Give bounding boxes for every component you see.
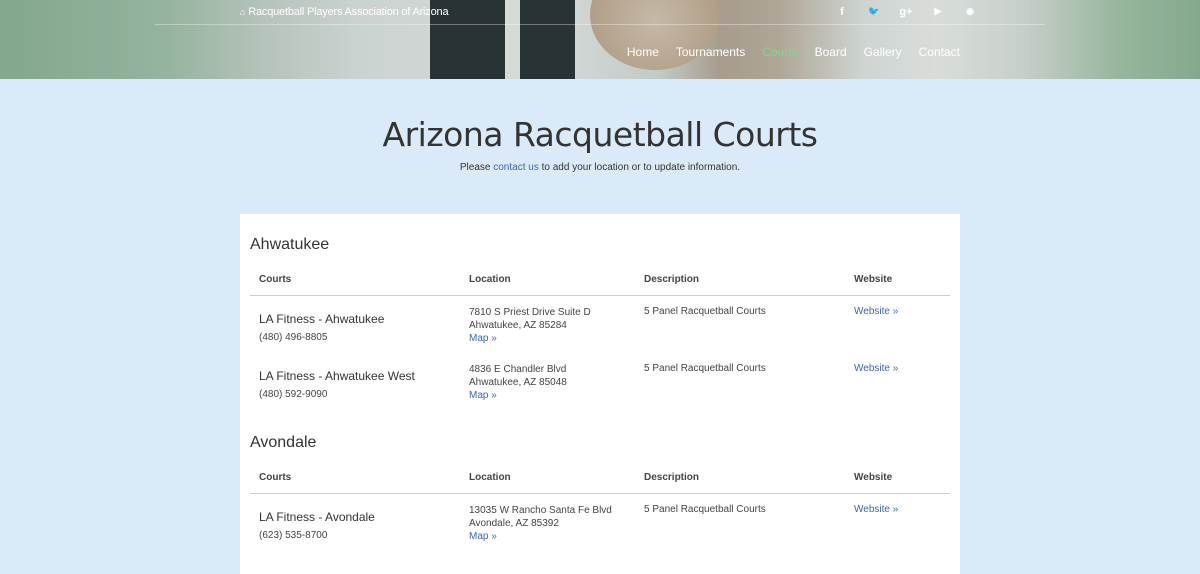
- court-location: 7810 S Priest Drive Suite D Ahwatukee, A…: [469, 306, 591, 345]
- navbar-divider: [155, 24, 1045, 25]
- court-address-line1: 7810 S Priest Drive Suite D: [469, 307, 591, 318]
- court-name: LA Fitness - Ahwatukee West: [259, 369, 415, 383]
- site-brand-label: Racquetball Players Association of Arizo…: [248, 6, 449, 18]
- col-location: Location: [469, 274, 511, 285]
- court-location: 4836 E Chandler Blvd Ahwatukee, AZ 85048…: [469, 363, 567, 402]
- court-phone: (623) 535-8700: [259, 530, 328, 541]
- site-brand[interactable]: ⌂ Racquetball Players Association of Ariz…: [240, 6, 449, 18]
- col-description: Description: [644, 274, 700, 285]
- court-phone: (480) 496-8805: [259, 332, 328, 343]
- nav-contact[interactable]: Contact: [919, 45, 960, 59]
- subtitle-text-before: Please: [459, 162, 494, 173]
- nav-board[interactable]: Board: [815, 45, 847, 59]
- rss-icon[interactable]: ◉: [954, 6, 986, 18]
- home-icon: ⌂: [240, 7, 246, 17]
- website-link[interactable]: Website »: [854, 504, 898, 515]
- court-address-line1: 4836 E Chandler Blvd: [469, 364, 567, 375]
- google-plus-icon[interactable]: g+: [890, 6, 922, 18]
- region-heading: Ahwatukee: [250, 236, 330, 253]
- website-link[interactable]: Website »: [854, 306, 898, 317]
- court-address-line2: Ahwatukee, AZ 85048: [469, 377, 567, 388]
- col-location: Location: [469, 472, 511, 483]
- col-courts: Courts: [259, 274, 292, 285]
- website-link[interactable]: Website »: [854, 363, 898, 374]
- nav-courts[interactable]: Courts: [762, 45, 797, 59]
- col-website: Website: [854, 472, 893, 483]
- nav-gallery[interactable]: Gallery: [864, 45, 902, 59]
- courts-panel: Ahwatukee Courts Location Description We…: [240, 214, 960, 574]
- nav-home[interactable]: Home: [627, 45, 659, 59]
- court-description: 5 Panel Racquetball Courts: [644, 504, 766, 515]
- court-address-line2: Ahwatukee, AZ 85284: [469, 320, 567, 331]
- table-divider: [250, 295, 950, 296]
- page-subtitle: Please contact us to add your location o…: [0, 162, 1200, 173]
- twitter-icon[interactable]: 🐦: [858, 6, 890, 18]
- social-links: f 🐦 g+ ▶ ◉: [826, 6, 986, 18]
- table-divider: [250, 493, 950, 494]
- court-name: LA Fitness - Ahwatukee: [259, 312, 385, 326]
- col-courts: Courts: [259, 472, 292, 483]
- map-link[interactable]: Map »: [469, 333, 497, 344]
- region-heading: Avondale: [250, 434, 317, 451]
- map-link[interactable]: Map »: [469, 531, 497, 542]
- nav-tournaments[interactable]: Tournaments: [676, 45, 745, 59]
- court-phone: (480) 592-9090: [259, 389, 328, 400]
- contact-us-link[interactable]: contact us: [493, 162, 539, 173]
- court-description: 5 Panel Racquetball Courts: [644, 363, 766, 374]
- court-name: LA Fitness - Avondale: [259, 510, 375, 524]
- facebook-icon[interactable]: f: [826, 6, 858, 18]
- court-location: 13035 W Rancho Santa Fe Blvd Avondale, A…: [469, 504, 612, 543]
- court-description: 5 Panel Racquetball Courts: [644, 306, 766, 317]
- col-description: Description: [644, 472, 700, 483]
- page-title: Arizona Racquetball Courts: [382, 115, 818, 154]
- subtitle-text-after: to add your location or to update inform…: [538, 162, 741, 173]
- court-address-line1: 13035 W Rancho Santa Fe Blvd: [469, 505, 612, 516]
- court-address-line2: Avondale, AZ 85392: [469, 518, 559, 529]
- col-website: Website: [854, 274, 893, 285]
- top-navbar: ⌂ Racquetball Players Association of Ariz…: [0, 0, 1200, 79]
- map-link[interactable]: Map »: [469, 390, 497, 401]
- main-nav: Home Tournaments Courts Board Gallery Co…: [610, 45, 960, 59]
- youtube-icon[interactable]: ▶: [922, 6, 954, 18]
